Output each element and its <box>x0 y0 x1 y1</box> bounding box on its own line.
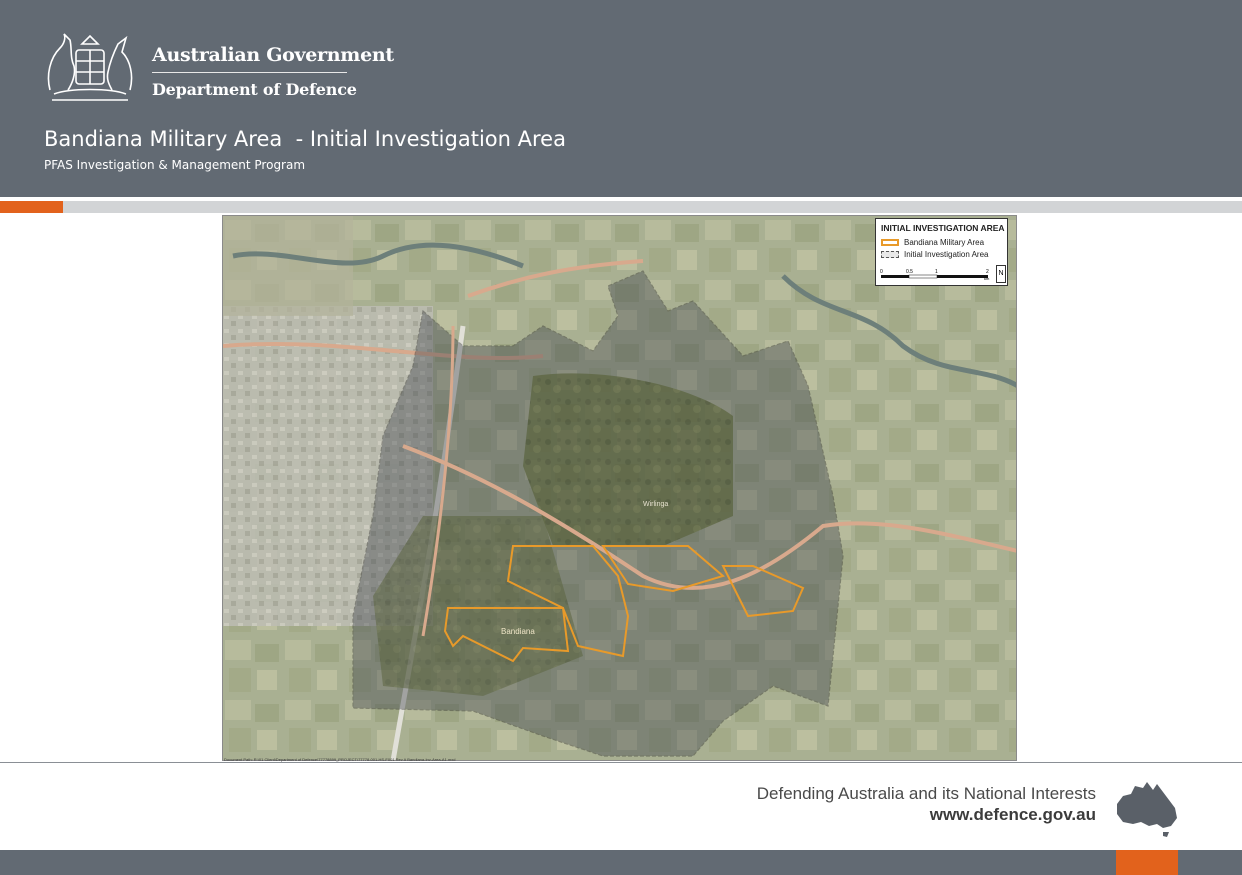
legend-item-bma: Bandiana Military Area <box>881 238 984 247</box>
map-legend: INITIAL INVESTIGATION AREA Bandiana Mili… <box>875 218 1008 286</box>
legend-title: INITIAL INVESTIGATION AREA <box>881 223 1005 233</box>
government-name: Australian Government <box>152 44 394 66</box>
footer-divider <box>0 762 1242 763</box>
page-title: Bandiana Military Area - Initial Investi… <box>44 127 566 151</box>
footer-accent <box>1116 850 1178 875</box>
department-name: Department of Defence <box>152 80 357 99</box>
scale-label: 0.5 <box>906 269 913 275</box>
aerial-map: Bandiana Wirlinga <box>223 216 1016 760</box>
page-subtitle: PFAS Investigation & Management Program <box>44 158 306 172</box>
divider <box>152 72 347 73</box>
legend-swatch-grey <box>881 251 899 258</box>
north-arrow-icon: N <box>996 265 1006 283</box>
map-image: Bandiana Wirlinga <box>222 215 1017 761</box>
legend-label: Bandiana Military Area <box>904 238 985 247</box>
map-label-bandiana: Bandiana <box>501 627 535 636</box>
scale-label: 0 <box>880 269 883 275</box>
scale-label: 2 <box>986 269 989 275</box>
footer-tagline: Defending Australia and its National Int… <box>756 784 1096 803</box>
accent-block <box>0 201 63 213</box>
accent-strip <box>0 201 1242 213</box>
legend-label: Initial Investigation Area <box>904 250 989 259</box>
footer-bar <box>0 850 1242 875</box>
scale-unit: km <box>984 276 990 280</box>
scale-bar: 0 0.5 1 2 km <box>880 269 990 280</box>
map-label-wirlinga: Wirlinga <box>643 501 668 508</box>
coat-of-arms-icon <box>47 33 133 101</box>
legend-swatch-orange <box>881 239 899 246</box>
scale-label: 1 <box>935 269 938 275</box>
header-banner: Australian Government Department of Defe… <box>0 0 1242 197</box>
footer-website: www.defence.gov.au <box>929 805 1096 824</box>
australia-map-icon <box>1117 782 1177 837</box>
legend-item-iia: Initial Investigation Area <box>881 250 989 259</box>
